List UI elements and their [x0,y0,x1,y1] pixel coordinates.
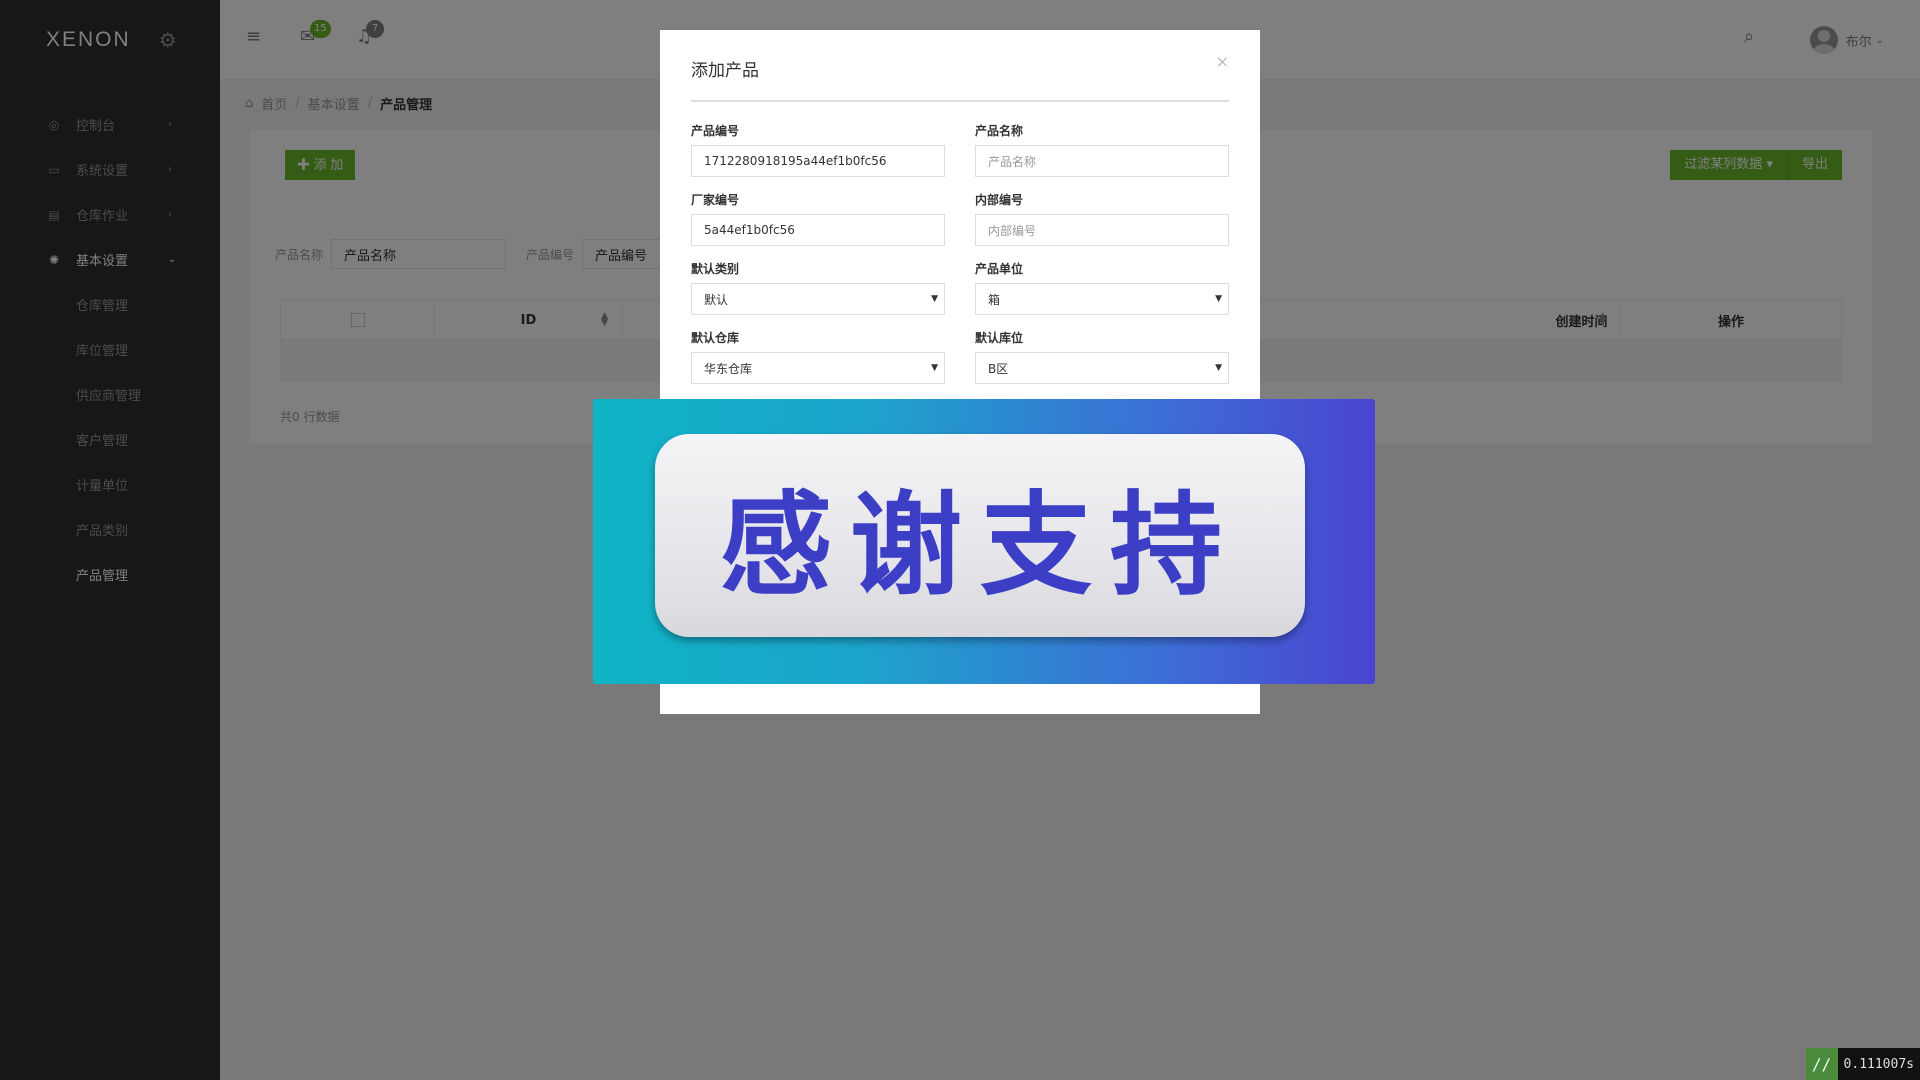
location-select[interactable]: B区 ▼ [975,352,1229,384]
caret-down-icon: ▼ [931,294,938,304]
thanks-banner-text: 感谢支持 [720,480,1240,611]
unit-select[interactable]: 箱 ▼ [975,283,1229,315]
field-location: 默认库位 B区 ▼ [975,329,1229,384]
category-select[interactable]: 默认 ▼ [691,283,945,315]
caret-down-icon: ▼ [1215,363,1222,373]
warehouse-select[interactable]: 华东仓库 ▼ [691,352,945,384]
modal-header: 添加产品 × [691,52,1229,102]
thanks-banner-plate: 感谢支持 [655,434,1305,637]
field-label: 默认仓库 [691,331,740,345]
close-icon[interactable]: × [1216,52,1229,71]
select-value: 默认 [704,292,729,307]
field-label: 产品名称 [975,124,1024,138]
field-category: 默认类别 默认 ▼ [691,260,945,315]
timer-value: 0.111007s [1843,1056,1914,1072]
field-unit: 产品单位 箱 ▼ [975,260,1229,315]
caret-down-icon: ▼ [931,363,938,373]
field-label: 厂家编号 [691,193,740,207]
product-form: 产品编号 1712280918195a44ef1b0fc56 产品名称 产品名称… [691,122,1229,384]
field-warehouse: 默认仓库 华东仓库 ▼ [691,329,945,384]
field-product-name: 产品名称 产品名称 [975,122,1229,177]
field-factory-code: 厂家编号 5a44ef1b0fc56 [691,191,945,246]
field-label: 默认库位 [975,331,1024,345]
modal-title: 添加产品 [691,61,759,81]
factory-code-input[interactable]: 5a44ef1b0fc56 [691,214,945,246]
render-timer: ∕∕ 0.111007s [1805,1048,1920,1080]
select-value: B区 [988,361,1009,376]
product-code-input[interactable]: 1712280918195a44ef1b0fc56 [691,145,945,177]
leaf-icon: ∕∕ [1805,1048,1838,1080]
field-internal-code: 内部编号 内部编号 [975,191,1229,246]
field-label: 产品编号 [691,124,740,138]
caret-down-icon: ▼ [1215,294,1222,304]
field-label: 默认类别 [691,262,740,276]
field-label: 内部编号 [975,193,1024,207]
field-product-code: 产品编号 1712280918195a44ef1b0fc56 [691,122,945,177]
thanks-banner: 感谢支持 [593,399,1375,684]
select-value: 箱 [988,292,1001,307]
select-value: 华东仓库 [704,361,753,376]
field-label: 产品单位 [975,262,1024,276]
internal-code-input[interactable]: 内部编号 [975,214,1229,246]
product-name-input[interactable]: 产品名称 [975,145,1229,177]
